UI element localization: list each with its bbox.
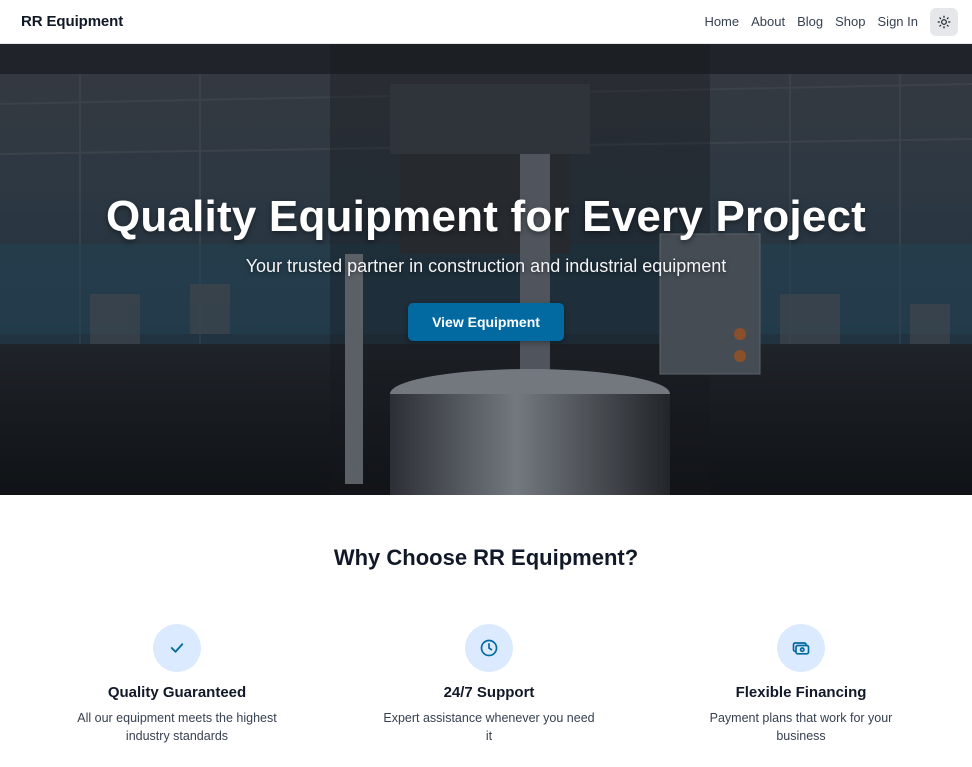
nav-link-sign-in[interactable]: Sign In <box>878 14 918 29</box>
feature-title: 24/7 Support <box>443 684 535 701</box>
section-title: Why Choose RR Equipment? <box>333 545 639 570</box>
clock-icon <box>480 639 498 657</box>
feature-icon-wrapper <box>465 624 513 672</box>
theme-toggle-button[interactable] <box>930 7 958 36</box>
brand-logo-text[interactable]: RR Equipment <box>21 13 123 30</box>
sun-icon <box>937 15 951 28</box>
nav-link-blog[interactable]: Blog <box>797 14 823 29</box>
hero-title: Quality Equipment for Every Project <box>105 192 867 241</box>
feature-description: Payment plans that work for your busines… <box>709 711 893 743</box>
feature-icon-wrapper <box>153 624 201 672</box>
feature-description: Expert assistance whenever you need it <box>383 711 595 743</box>
feature-description: All our equipment meets the highest indu… <box>77 711 277 743</box>
top-navbar: RR Equipment Home About Blog Shop Sign I… <box>0 0 972 44</box>
nav-links: Home About Blog Shop Sign In <box>704 7 958 36</box>
hero-subtitle: Your trusted partner in construction and… <box>245 256 727 276</box>
money-icon <box>792 642 810 655</box>
feature-card-quality: Quality Guaranteed All our equipment mee… <box>21 624 333 745</box>
features-row: Quality Guaranteed All our equipment mee… <box>0 624 972 745</box>
why-choose-section: Why Choose RR Equipment? Quality Guarant… <box>0 495 972 767</box>
hero-content: Quality Equipment for Every Project Your… <box>0 44 972 495</box>
feature-card-financing: Flexible Financing Payment plans that wo… <box>645 624 957 745</box>
feature-icon-wrapper <box>777 624 825 672</box>
feature-card-support: 24/7 Support Expert assistance whenever … <box>333 624 645 745</box>
nav-link-home[interactable]: Home <box>704 14 739 29</box>
feature-title: Flexible Financing <box>735 684 867 701</box>
feature-title: Quality Guaranteed <box>107 684 247 701</box>
view-equipment-button[interactable]: View Equipment <box>408 303 564 341</box>
hero-section: Quality Equipment for Every Project Your… <box>0 44 972 495</box>
nav-link-shop[interactable]: Shop <box>835 14 865 29</box>
nav-link-about[interactable]: About <box>751 14 785 29</box>
check-icon <box>170 643 184 653</box>
